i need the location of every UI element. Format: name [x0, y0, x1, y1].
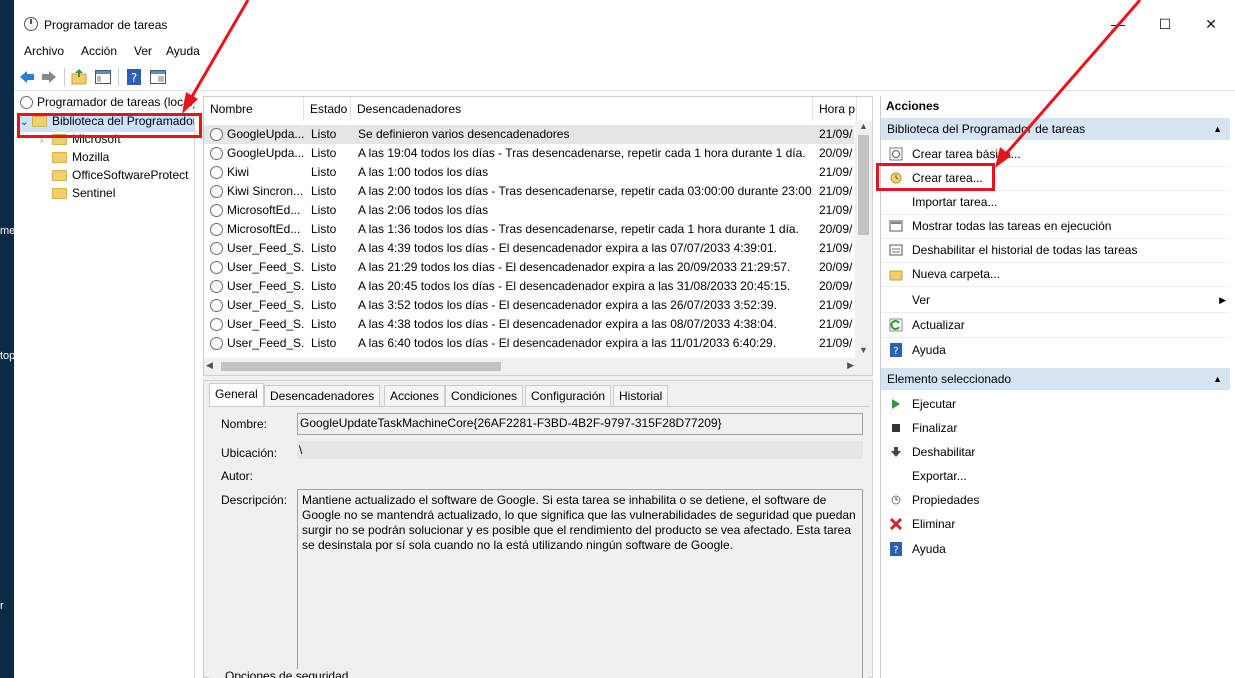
arrow-head [182, 92, 198, 114]
arrow-line [188, 0, 250, 101]
arrow-line [1003, 0, 1142, 156]
annotation-arrows [182, 0, 1142, 168]
